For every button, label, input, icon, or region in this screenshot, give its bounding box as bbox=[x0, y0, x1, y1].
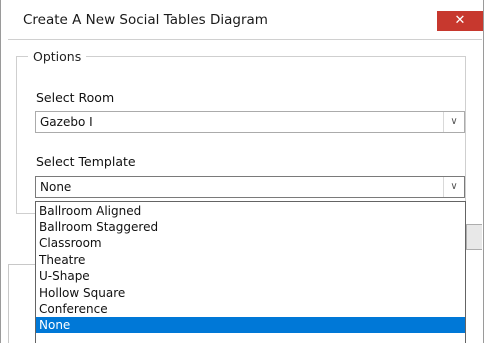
divider bbox=[8, 264, 9, 343]
title-bar[interactable]: Create A New Social Tables Diagram ✕ bbox=[1, 0, 483, 39]
dropdown-option[interactable]: Conference bbox=[36, 301, 465, 317]
dropdown-option[interactable]: Ballroom Staggered bbox=[36, 219, 465, 235]
dropdown-option[interactable]: Classroom bbox=[36, 235, 465, 251]
chevron-down-icon[interactable]: ∨ bbox=[443, 177, 464, 197]
template-dropdown-list[interactable]: Ballroom Aligned Ballroom Staggered Classr… bbox=[35, 201, 466, 343]
template-select[interactable]: None ∨ bbox=[35, 176, 465, 198]
select-template-label: Select Template bbox=[36, 154, 136, 169]
close-button[interactable]: ✕ bbox=[437, 11, 483, 31]
dropdown-option[interactable]: Theatre bbox=[36, 252, 465, 268]
chevron-down-icon[interactable]: ∨ bbox=[443, 112, 464, 132]
close-icon: ✕ bbox=[454, 13, 466, 28]
dropdown-option[interactable]: None bbox=[36, 317, 465, 333]
dropdown-option[interactable]: Ballroom Aligned bbox=[36, 203, 465, 219]
window-title: Create A New Social Tables Diagram bbox=[23, 12, 268, 28]
obscured-button[interactable] bbox=[466, 224, 482, 250]
divider bbox=[8, 264, 36, 265]
template-select-value: None bbox=[40, 180, 72, 194]
room-select-value: Gazebo I bbox=[40, 115, 93, 129]
dropdown-option[interactable]: Hollow Square bbox=[36, 285, 465, 301]
select-room-label: Select Room bbox=[36, 90, 115, 105]
options-legend: Options bbox=[28, 49, 87, 64]
dropdown-option[interactable]: U-Shape bbox=[36, 268, 465, 284]
room-select[interactable]: Gazebo I ∨ bbox=[35, 111, 465, 133]
